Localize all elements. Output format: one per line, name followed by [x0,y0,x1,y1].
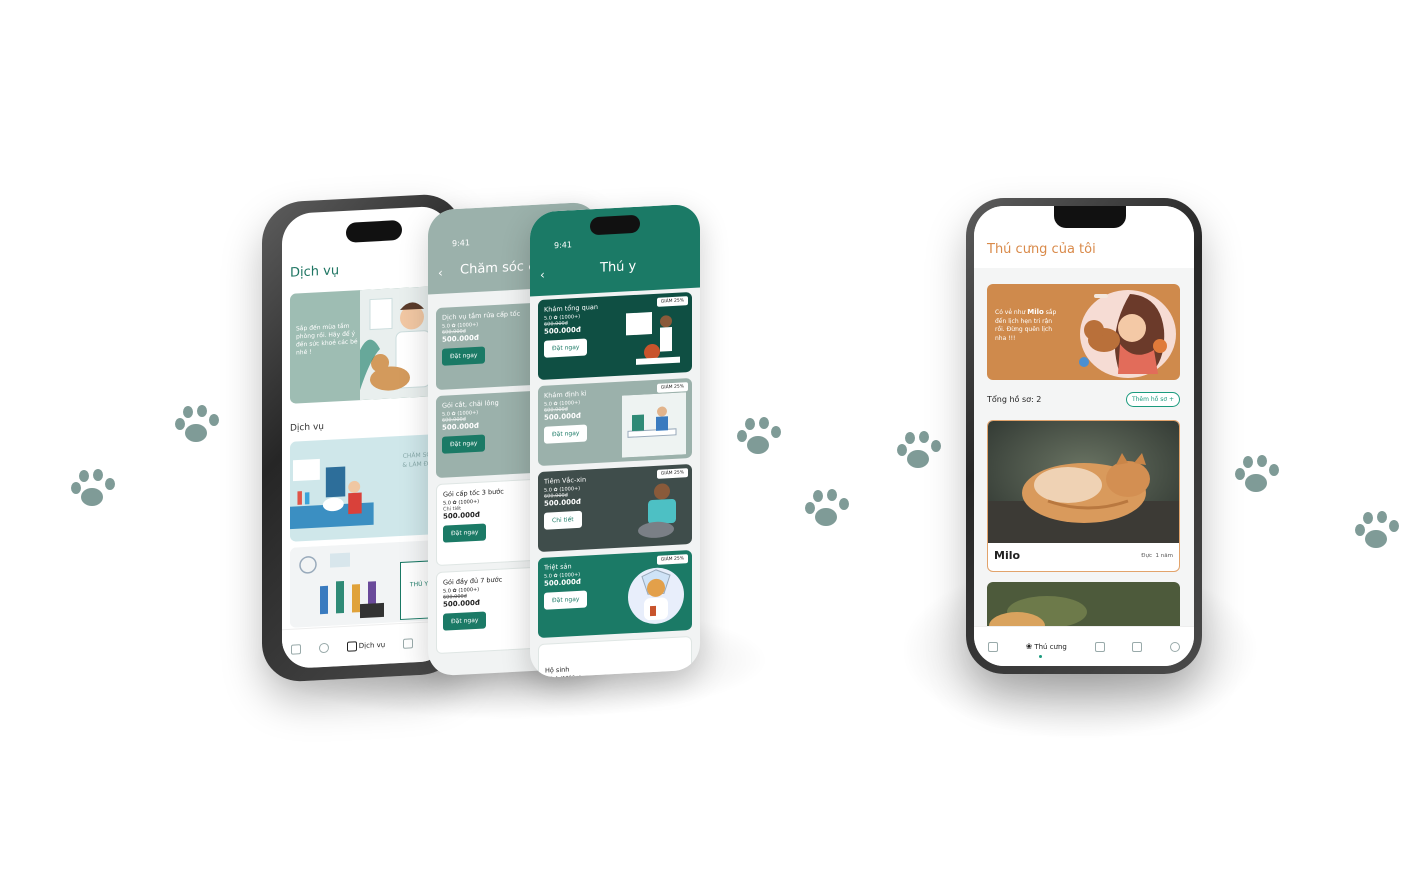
discount-badge: GIẢM 25% [656,554,688,565]
back-chevron-icon[interactable]: ‹ [540,268,545,282]
paw-icon[interactable] [318,642,329,653]
book-icon[interactable] [403,637,414,649]
status-time: 9:41 [554,240,572,251]
paw-icon: ❀ [1025,642,1033,651]
service-card[interactable]: GIẢM 25% Triệt sản 5.0 ✿ (1000+) 500.000… [538,549,692,639]
pet-name: Milo [994,549,1021,562]
discount-badge: GIẢM 25% [656,468,688,479]
nav-label: Dịch vụ [358,640,386,650]
home-icon[interactable] [290,643,301,655]
banner-text: Có vẻ như Milo sắp đến lịch hẹn tri rận … [995,308,1061,343]
paw-print-icon [68,468,120,514]
book-now-button[interactable]: Đặt ngay [443,611,487,631]
records-count: Tổng hồ sơ: 2 [987,395,1042,404]
page-title: Thú cưng của tôi [987,242,1096,257]
nav-label: Thú cưng [1034,642,1067,651]
service-card[interactable]: GIẢM 25% Khám tổng quan 5.0 ✿ (1000+) 60… [538,291,692,381]
book-now-button[interactable]: Đặt ngay [544,590,588,610]
book-now-button[interactable]: Đặt ngay [442,346,486,366]
pet-gender: Đực [1141,553,1153,559]
bottom-nav: Dịch vụ [282,620,450,670]
dynamic-island [346,219,402,243]
section-title: Dịch vụ [290,421,324,434]
header-bar: 9:41 ‹ Thú y [530,203,700,297]
calendar-icon[interactable] [1094,641,1105,652]
pets-phone: Thú cưng của tôi Có vẻ như Milo sắp đến … [966,198,1202,674]
pet-meta: Đực 1 năm [1141,553,1173,559]
book-now-button[interactable]: Đặt ngay [443,523,487,543]
discount-badge: GIẢM 25% [656,382,688,393]
girl-with-dog-illustration-icon [1079,290,1176,378]
grooming-category-card[interactable]: CHĂM SÓC & LÀM ĐẸP [290,433,440,542]
pet-photo [988,421,1179,543]
book-now-button[interactable]: Đặt ngay [544,338,588,358]
banner-pet-name: Milo [1027,308,1044,316]
pet-age: 1 năm [1155,553,1173,559]
banner-pre: Có vẻ như [995,309,1028,316]
banner-text: Sắp đến mùa tắm phòng rồi. Hãy để ý đến … [296,322,358,357]
clipboard-icon [346,640,357,652]
page-title: Thú y [600,258,637,276]
dynamic-island [590,214,640,236]
add-record-button[interactable]: Thêm hồ sơ + [1125,392,1180,407]
active-indicator [1039,655,1042,658]
services-screen: Dịch vụ Sắp đến mùa tắm phòng rồi. Hãy đ… [282,205,450,670]
promo-banner[interactable]: Sắp đến mùa tắm phòng rồi. Hãy để ý đến … [290,285,440,404]
notch [1054,206,1126,228]
bottom-nav: ❀ Thú cưng [974,626,1194,666]
book-icon[interactable] [1132,641,1143,652]
nav-item-services[interactable]: Dịch vụ [346,639,386,652]
home-icon[interactable] [987,641,998,652]
paw-print-icon [172,404,224,450]
book-now-button[interactable]: Đặt ngay [544,424,588,444]
vaccine-illustration-icon [638,483,676,538]
status-time: 9:41 [452,238,470,249]
paw-print-icon [734,416,786,462]
nav-item-pets[interactable]: ❀ Thú cưng [1026,642,1067,651]
mockup-stage: Dịch vụ Sắp đến mùa tắm phòng rồi. Hãy đ… [0,0,1424,870]
pets-screen: Thú cưng của tôi Có vẻ như Milo sắp đến … [974,206,1194,666]
paw-print-icon [894,430,946,476]
vet-category-card[interactable]: THÚ Y [290,539,440,628]
service-card[interactable]: GIẢM 25% Tiêm Vắc-xin 5.0 ✿ (1000+) 600.… [538,463,692,553]
paw-print-icon [1352,510,1404,556]
vet-doctor-illustration-icon [626,312,680,365]
vet-screen: 9:41 ‹ Thú y GIẢM 25% Khám tổng quan 5.0… [530,203,700,679]
paw-print-icon [1232,454,1284,500]
checkup-illustration-icon [622,392,686,458]
service-card[interactable]: GIẢM 25% Khám định kì 5.0 ✿ (1000+) 600.… [538,377,692,467]
pet-card[interactable]: Milo Đực 1 năm [987,420,1180,572]
dog-cone-illustration-icon [628,567,684,624]
grooming-illustration-icon [290,450,374,530]
page-title: Dịch vụ [290,263,340,281]
back-chevron-icon[interactable]: ‹ [438,266,443,280]
reminder-banner[interactable]: Có vẻ như Milo sắp đến lịch hẹn tri rận … [987,284,1180,380]
discount-badge: GIẢM 25% [656,296,688,307]
paw-print-icon [802,488,854,534]
clinic-illustration-icon [290,541,402,628]
user-icon[interactable] [1170,641,1181,652]
book-now-button[interactable]: Đặt ngay [442,434,486,454]
details-button[interactable]: Chi tiết [544,510,582,530]
